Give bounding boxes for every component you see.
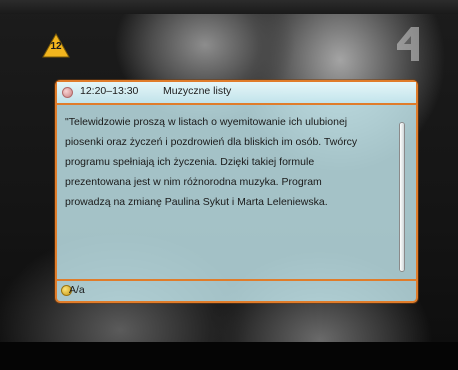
description-line: piosenki oraz życzeń i pozdrowień dla bl… <box>65 136 358 148</box>
age-rating-label: 12 <box>50 41 62 52</box>
tv-video-background: 12 12:20–13:30 Muzyczne listy "Telewidzo… <box>0 0 458 370</box>
description-line: prezentowana jest w nim różnorodna muzyk… <box>65 176 322 188</box>
age-rating-icon: 12 <box>42 33 70 58</box>
description-line: prowadzą na zmianę Paulina Sykut i Marta… <box>65 196 328 208</box>
program-description: "Telewidzowie proszą w listach o wyemito… <box>65 112 397 212</box>
description-line: "Telewidzowie proszą w listach o wyemito… <box>65 116 348 128</box>
info-dot-icon <box>62 87 73 98</box>
program-time: 12:20–13:30 <box>80 85 139 97</box>
tv4-logo-icon <box>393 24 423 64</box>
epg-header: 12:20–13:30 Muzyczne listy <box>57 82 416 105</box>
scrollbar-thumb[interactable] <box>400 123 404 271</box>
epg-info-panel: 12:20–13:30 Muzyczne listy "Telewidzowie… <box>55 80 418 303</box>
bottom-letterbox-bar <box>0 342 458 370</box>
text-size-toggle-label[interactable]: A/a <box>69 284 85 296</box>
program-title: Muzyczne listy <box>163 85 232 97</box>
description-line: programu spełniają ich życzenia. Dzięki … <box>65 156 315 168</box>
epg-footer: A/a <box>57 279 416 301</box>
top-letterbox-bar <box>0 0 458 14</box>
description-scrollbar[interactable] <box>399 122 405 272</box>
